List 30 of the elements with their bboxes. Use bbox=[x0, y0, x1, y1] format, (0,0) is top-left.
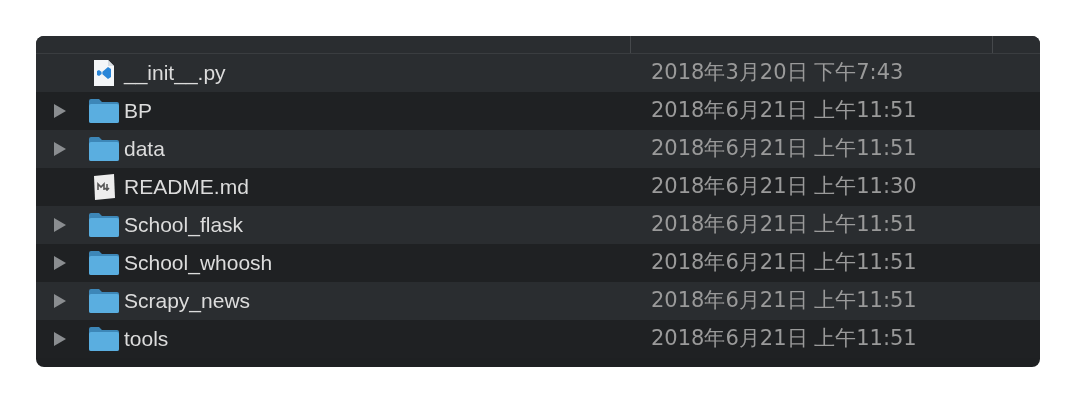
date-modified: 2018年6月21日 上午11:51 bbox=[651, 287, 917, 315]
folder-icon bbox=[88, 250, 120, 276]
disclosure-triangle-icon[interactable] bbox=[54, 218, 66, 232]
date-modified: 2018年6月21日 上午11:51 bbox=[651, 249, 917, 277]
file-name[interactable]: data bbox=[124, 133, 651, 165]
folder-icon bbox=[88, 326, 120, 352]
date-modified: 2018年6月21日 上午11:51 bbox=[651, 211, 917, 239]
file-name[interactable]: Scrapy_news bbox=[124, 285, 651, 317]
file-name[interactable]: README.md bbox=[124, 171, 651, 203]
disclosure-triangle-icon[interactable] bbox=[54, 332, 66, 346]
folder-icon bbox=[88, 136, 120, 162]
date-modified: 2018年3月20日 下午7:43 bbox=[651, 59, 904, 87]
date-modified: 2018年6月21日 上午11:51 bbox=[651, 97, 917, 125]
disclosure-triangle-icon[interactable] bbox=[54, 104, 66, 118]
folder-icon bbox=[88, 212, 120, 238]
disclosure-triangle-icon[interactable] bbox=[54, 294, 66, 308]
disclosure-triangle-icon[interactable] bbox=[54, 142, 66, 156]
file-name[interactable]: BP bbox=[124, 95, 651, 127]
folder-icon bbox=[88, 98, 120, 124]
disclosure-triangle-icon[interactable] bbox=[54, 256, 66, 270]
file-name[interactable]: School_flask bbox=[124, 209, 651, 241]
file-name[interactable]: School_whoosh bbox=[124, 247, 651, 279]
markdown-file-icon bbox=[91, 173, 117, 201]
file-name[interactable]: tools bbox=[124, 323, 651, 355]
date-modified: 2018年6月21日 上午11:51 bbox=[651, 325, 917, 353]
folder-icon bbox=[88, 288, 120, 314]
file-name[interactable]: __init__.py bbox=[124, 57, 651, 89]
date-modified: 2018年6月21日 上午11:51 bbox=[651, 135, 917, 163]
date-modified: 2018年6月21日 上午11:30 bbox=[651, 173, 917, 201]
code-file-icon bbox=[93, 59, 115, 87]
